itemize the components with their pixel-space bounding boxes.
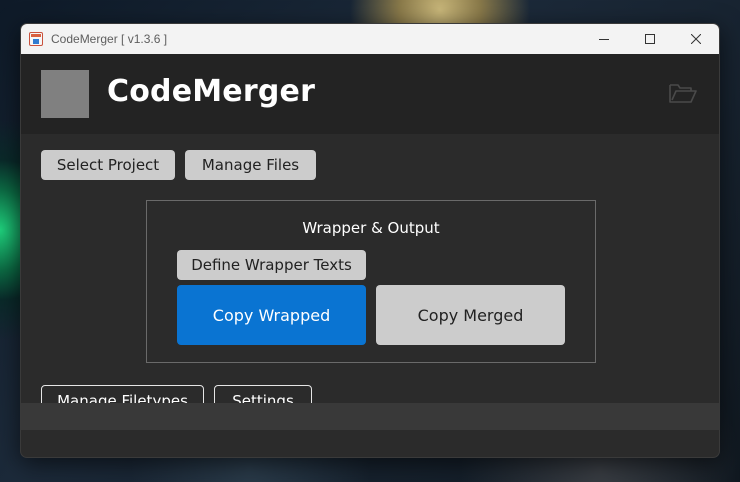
copy-merged-button[interactable]: Copy Merged — [376, 285, 565, 345]
main-content: Select Project Manage Files Wrapper & Ou… — [21, 134, 719, 430]
app-icon — [29, 32, 43, 46]
maximize-button[interactable] — [627, 24, 673, 54]
select-project-button[interactable]: Select Project — [41, 150, 175, 180]
panel-title: Wrapper & Output — [302, 219, 440, 237]
close-button[interactable] — [673, 24, 719, 54]
minimize-icon — [599, 39, 609, 40]
maximize-icon — [645, 34, 655, 44]
window-controls — [581, 24, 719, 54]
app-header: CodeMerger — [21, 54, 719, 134]
copy-wrapped-button[interactable]: Copy Wrapped — [177, 285, 366, 345]
minimize-button[interactable] — [581, 24, 627, 54]
status-bar — [21, 403, 719, 430]
title-bar[interactable]: CodeMerger [ v1.3.6 ] — [21, 24, 719, 54]
wrapper-output-panel: Wrapper & Output Define Wrapper Texts Co… — [146, 200, 596, 363]
window-title: CodeMerger [ v1.3.6 ] — [51, 32, 168, 46]
define-wrapper-texts-button[interactable]: Define Wrapper Texts — [177, 250, 366, 280]
app-window: CodeMerger [ v1.3.6 ] CodeMerger Select … — [20, 23, 720, 458]
close-icon — [691, 34, 701, 44]
logo-placeholder — [41, 70, 89, 118]
manage-files-button[interactable]: Manage Files — [185, 150, 316, 180]
app-name: CodeMerger — [107, 74, 316, 109]
folder-open-icon[interactable] — [669, 81, 697, 105]
